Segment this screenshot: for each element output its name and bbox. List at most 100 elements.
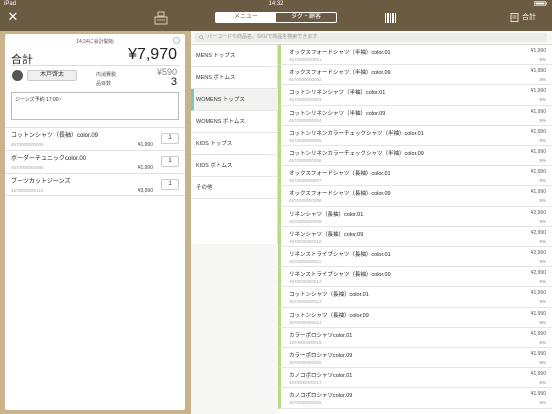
product-name: コットンリネンカラーチェックシャツ（半袖）color.01: [289, 130, 424, 137]
receipt-item[interactable]: ボーダーチュニックcolor.00 4570000000085 ¥1,990 1: [5, 150, 185, 173]
product-item[interactable]: リネンシャツ（長袖）color.01 4570000000009 ¥2,990 8%: [278, 206, 552, 227]
item-count-value: 3: [170, 76, 177, 88]
product-name: カノコポロシャツcolor.09: [289, 393, 353, 400]
receipt-item[interactable]: ブーツカットジーンズ 4570000000112 ¥3,990 1: [5, 173, 185, 196]
product-price: ¥1,990: [530, 169, 546, 176]
product-name: リネンシャツ（長袖）color.09: [289, 231, 364, 238]
product-name: オックスフォードシャツ（半袖）color.09: [289, 70, 391, 77]
quantity-field[interactable]: 1: [161, 179, 179, 190]
product-code: 4570000000007: [289, 178, 322, 184]
product-item[interactable]: オックスフォードシャツ（長袖）color.09 4570000000008 ¥1,9…: [278, 186, 552, 207]
product-item[interactable]: コットンシャツ（長袖）color.01 4570000000013 ¥1,990 8%: [278, 287, 552, 308]
category-item[interactable]: WOMENS トップス: [191, 89, 278, 111]
product-item[interactable]: カノコポロシャツcolor.01 4570000000017 ¥1,990 8%: [278, 368, 552, 389]
product-name: コットンシャツ（長袖）color.09: [289, 312, 369, 319]
product-price: ¥1,990: [530, 330, 546, 337]
product-name: コットンリネンシャツ（半袖）color.01: [289, 90, 386, 97]
item-name: ボーダーチュニックcolor.00: [11, 156, 87, 162]
category-item[interactable]: MENS トップス: [191, 45, 278, 67]
product-item[interactable]: リネンストライプシャツ（長袖）color.09 4570000000012 ¥2,9…: [278, 267, 552, 288]
product-list: オックスフォードシャツ（半袖）color.01 4570000000001 ¥1,9…: [278, 45, 552, 414]
product-item[interactable]: コットンリネンカラーチェックシャツ（半袖）color.09 45700000000…: [278, 146, 552, 167]
customer-name-button[interactable]: 木戸啓太: [27, 70, 77, 81]
product-tax-rate: 8%: [539, 299, 546, 305]
barcode-icon[interactable]: [384, 11, 398, 23]
checkout-label: 合計: [522, 14, 536, 21]
quantity-field[interactable]: 1: [161, 156, 179, 167]
item-price: ¥3,990: [137, 188, 153, 194]
product-price: ¥1,990: [530, 310, 546, 317]
category-item[interactable]: WOMENS ボトムス: [191, 111, 278, 133]
item-code: 4570000000009: [11, 142, 44, 147]
category-item[interactable]: その他: [191, 177, 278, 199]
search-bar: バーコードや商品名、SKUで商品を検索できます: [191, 31, 552, 45]
product-item[interactable]: コットンシャツ（長袖）color.09 4570000000014 ¥1,990 8%: [278, 307, 552, 328]
product-price: ¥1,990: [530, 391, 546, 398]
product-item[interactable]: コットンリネンカラーチェックシャツ（半袖）color.01 45700000000…: [278, 125, 552, 146]
close-icon[interactable]: ✕: [6, 10, 20, 24]
product-code: 4570000000016: [289, 360, 322, 365]
product-price: ¥2,990: [530, 209, 546, 216]
product-code: 4570000000014: [289, 319, 322, 325]
item-price: ¥1,990: [137, 165, 153, 171]
product-name: リネンシャツ（長袖）color.01: [289, 211, 364, 218]
tab-tags-customers[interactable]: タグ・顧客: [276, 13, 336, 22]
category-item[interactable]: KIDS ボトムス: [191, 155, 278, 177]
view-segmented-control: メニュー タグ・顧客: [215, 12, 337, 23]
receipt-panel: 14:24に会計開始 合計 ¥7,970 木戸啓太 内消費税 ¥590 品目数 …: [5, 34, 185, 410]
category-item[interactable]: MENS ボトムス: [191, 67, 278, 89]
product-item[interactable]: オックスフォードシャツ（半袖）color.01 4570000000001 ¥1,9…: [278, 45, 552, 66]
quantity-field[interactable]: 1: [161, 133, 179, 144]
product-item[interactable]: コットンリネンシャツ（半袖）color.01 4570000000003 ¥1,99…: [278, 85, 552, 106]
product-price: ¥1,990: [530, 68, 546, 75]
category-item[interactable]: KIDS トップス: [191, 133, 278, 155]
product-tax-rate: 8%: [539, 178, 546, 184]
memo-field[interactable]: ジーンズ予約 17:00~: [11, 92, 179, 120]
category-list-empty-area: [191, 244, 278, 414]
product-item[interactable]: オックスフォードシャツ（長袖）color.01 4570000000007 ¥1,9…: [278, 166, 552, 187]
receipt-item[interactable]: コットンシャツ（長袖）color.09 4570000000009 ¥1,990…: [5, 127, 185, 150]
item-name: ブーツカットジーンズ: [11, 179, 71, 185]
product-price: ¥1,990: [530, 371, 546, 378]
product-tax-rate: 8%: [539, 198, 546, 204]
product-price: ¥1,990: [530, 48, 546, 54]
product-price: ¥1,990: [530, 128, 546, 135]
product-name: カラーポロシャツcolor.01: [289, 332, 353, 339]
tab-menu[interactable]: メニュー: [216, 13, 276, 22]
checkout-start-time: 14:24に会計開始: [76, 39, 114, 45]
product-item[interactable]: コットンリネンシャツ（半袖）color.09 4570000000004 ¥1,99…: [278, 105, 552, 126]
product-item[interactable]: リネンストライプシャツ（長袖）color.01 4570000000011 ¥2,9…: [278, 247, 552, 268]
product-name: オックスフォードシャツ（半袖）color.01: [289, 50, 391, 56]
product-tax-rate: 8%: [539, 279, 546, 285]
product-tax-rate: 8%: [539, 238, 546, 244]
receipt-option-icon[interactable]: [173, 37, 180, 44]
product-name: コットンシャツ（長袖）color.01: [289, 292, 369, 299]
product-item[interactable]: カノコポロシャツcolor.09 4570000000018 ¥1,990 8%: [278, 388, 552, 409]
search-input[interactable]: バーコードや商品名、SKUで商品を検索できます: [195, 33, 547, 42]
product-price: ¥2,990: [530, 250, 546, 256]
product-code: 4570000000017: [289, 380, 322, 386]
product-tax-rate: 8%: [539, 97, 546, 103]
product-code: 4570000000005: [289, 137, 322, 143]
product-code: 4570000000015: [289, 339, 322, 345]
product-code: 4570000000004: [289, 117, 322, 123]
product-item[interactable]: オックスフォードシャツ（半袖）color.09 4570000000002 ¥1,9…: [278, 65, 552, 86]
avatar: [12, 70, 23, 81]
status-bar: iPad 14:32: [0, 0, 552, 8]
tax-label: 内消費税: [96, 72, 117, 78]
product-code: 4570000000006: [289, 158, 322, 163]
product-price: ¥1,990: [530, 88, 546, 95]
product-tax-rate: 8%: [539, 158, 546, 163]
product-code: 4570000000018: [289, 400, 322, 406]
product-code: 4570000000003: [289, 97, 322, 103]
product-item[interactable]: カラーポロシャツcolor.01 4570000000015 ¥1,990 8%: [278, 327, 552, 348]
product-name: カラーポロシャツcolor.09: [289, 353, 353, 359]
product-tax-rate: 8%: [539, 57, 546, 62]
product-item[interactable]: リネンシャツ（長袖）color.09 4570000000010 ¥2,990 8%: [278, 226, 552, 247]
register-icon[interactable]: [154, 11, 168, 25]
product-item[interactable]: カラーポロシャツcolor.09 4570000000016 ¥1,990 8%: [278, 348, 552, 369]
product-name: リネンストライプシャツ（長袖）color.09: [289, 272, 391, 279]
product-price: ¥1,990: [530, 351, 546, 357]
checkout-button[interactable]: 合計: [510, 12, 536, 22]
search-placeholder: バーコードや商品名、SKUで商品を検索できます: [207, 34, 318, 40]
